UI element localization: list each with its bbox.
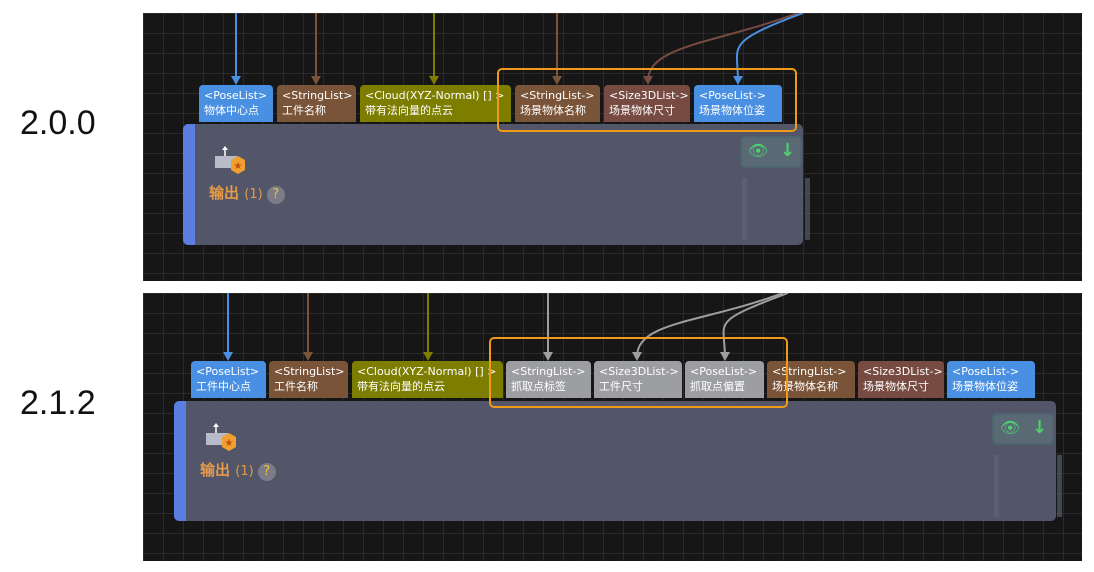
wire-arrow-icon (423, 352, 433, 361)
input-port[interactable]: <PoseList> 物体中心点 (199, 85, 273, 122)
wire-arrow-icon (311, 76, 321, 85)
port-type: <StringList> (274, 365, 345, 378)
output-label-row: 输出 (1)? (200, 459, 276, 481)
output-label: 输出 (209, 184, 240, 202)
input-port[interactable]: <Cloud(XYZ-Normal) [] > 带有法向量的点云 (352, 361, 503, 398)
port-name: 物体中心点 (204, 104, 259, 117)
port-type: <StringList> (282, 89, 353, 102)
input-port[interactable]: <StringList> 工件名称 (277, 85, 356, 122)
wire-arrow-icon (303, 352, 313, 361)
graph-canvas-v200[interactable]: <PoseList> 物体中心点 <StringList> 工件名称 <Cloud(XY… (143, 13, 1082, 281)
version-label: 2.1.2 (20, 384, 96, 422)
wire-arrow-icon (231, 76, 241, 85)
port-name: 场景物体尺寸 (863, 380, 929, 393)
output-step-icon: ★ (206, 423, 236, 451)
visualize-icon[interactable]: 👁 (1000, 418, 1020, 437)
step-watermark-icon (994, 455, 1062, 517)
port-name: 工件中心点 (196, 380, 251, 393)
download-icon[interactable]: ↓ (780, 140, 795, 161)
port-type: <Cloud(XYZ-Normal) [] > (365, 89, 505, 102)
port-type: <Size3DList-> (863, 365, 943, 378)
wire-arrow-icon (429, 76, 439, 85)
node-toolbar: 👁 ↓ (992, 413, 1054, 445)
version-label: 2.0.0 (20, 104, 96, 142)
svg-text:★: ★ (234, 161, 243, 172)
port-name: 带有法向量的点云 (365, 104, 453, 117)
port-type: <Cloud(XYZ-Normal) [] > (357, 365, 497, 378)
output-count: (1) (244, 187, 263, 202)
wire-arrow-icon (223, 352, 233, 361)
visualize-icon[interactable]: 👁 (748, 141, 768, 160)
help-icon[interactable]: ? (266, 186, 285, 204)
input-port[interactable]: <StringList> 工件名称 (269, 361, 348, 398)
port-name: 工件名称 (274, 380, 318, 393)
input-port[interactable]: <Cloud(XYZ-Normal) [] > 带有法向量的点云 (360, 85, 511, 122)
help-icon[interactable]: ? (257, 463, 276, 481)
input-port[interactable]: <Size3DList-> 场景物体尺寸 (858, 361, 944, 398)
node-toolbar: 👁 ↓ (740, 136, 802, 168)
step-watermark-icon (742, 178, 810, 240)
port-name: 场景物体位姿 (952, 380, 1018, 393)
graph-canvas-v212[interactable]: <PoseList> 工件中心点 <StringList> 工件名称 <Cloud(XY… (143, 293, 1082, 561)
download-icon[interactable]: ↓ (1032, 417, 1047, 438)
output-label: 输出 (200, 461, 231, 479)
port-name: 工件名称 (282, 104, 326, 117)
highlight-box (497, 68, 797, 132)
svg-text:★: ★ (225, 438, 234, 449)
highlight-box (489, 337, 788, 408)
output-step-icon: ★ (215, 146, 245, 174)
output-count: (1) (235, 464, 254, 479)
port-type: <PoseList-> (952, 365, 1020, 378)
port-type: <PoseList> (196, 365, 260, 378)
input-port[interactable]: <PoseList-> 场景物体位姿 (947, 361, 1035, 398)
input-port[interactable]: <PoseList> 工件中心点 (191, 361, 266, 398)
port-name: 带有法向量的点云 (357, 380, 445, 393)
output-node[interactable]: ★ 输出 (1)? 👁 ↓ (183, 124, 810, 245)
port-type: <PoseList> (204, 89, 268, 102)
output-node[interactable]: ★ 输出 (1)? 👁 ↓ (174, 401, 1062, 521)
output-label-row: 输出 (1)? (209, 182, 285, 204)
